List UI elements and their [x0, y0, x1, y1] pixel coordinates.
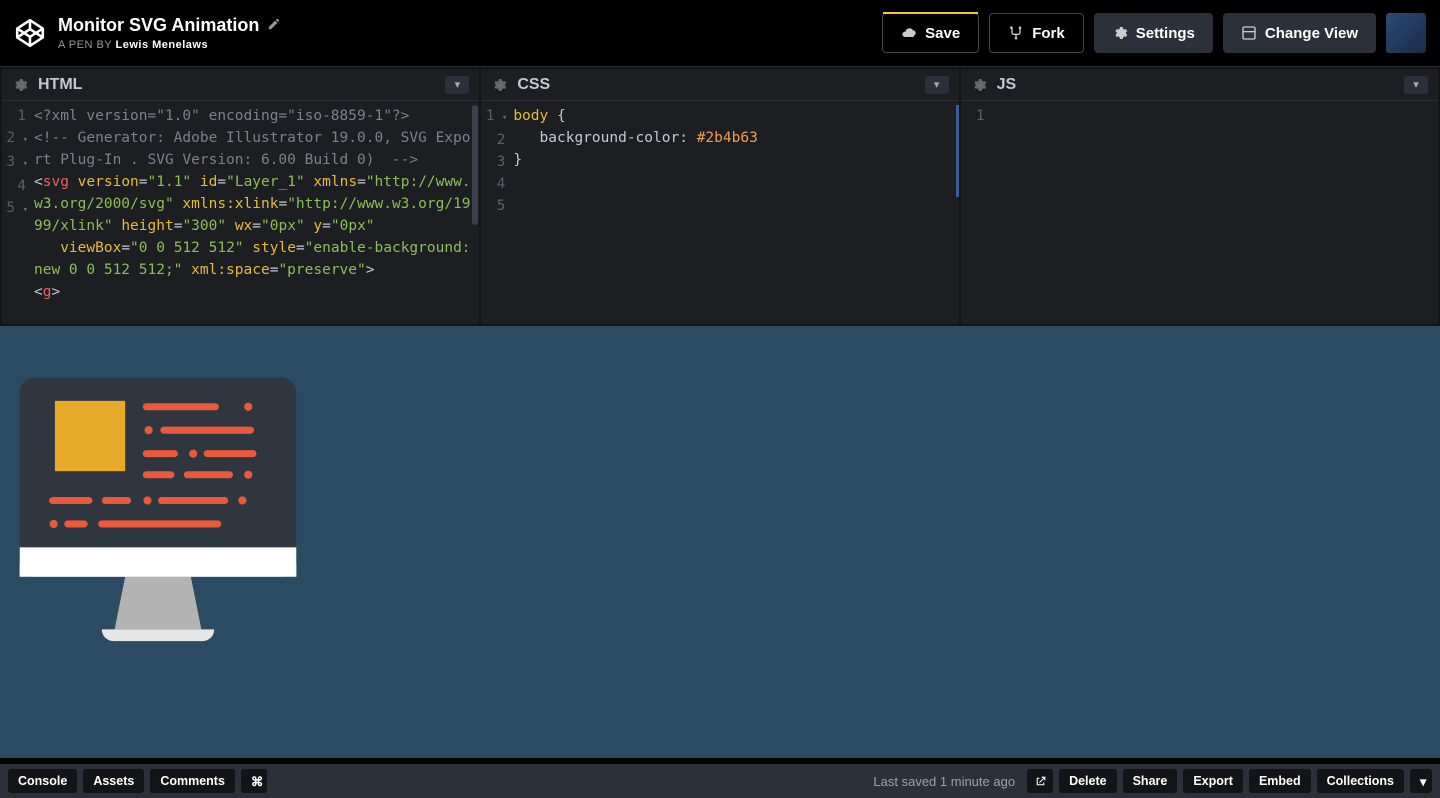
author-link[interactable]: Lewis Menelaws [116, 39, 209, 51]
js-editor[interactable]: 1 [961, 101, 1438, 324]
embed-button[interactable]: Embed [1249, 769, 1311, 793]
shortcuts-button[interactable]: ⌘ [241, 769, 267, 793]
monitor-svg-graphic [8, 354, 308, 654]
code[interactable]: <?xml version="1.0" encoding="iso-8859-1… [34, 101, 479, 324]
user-avatar[interactable] [1386, 13, 1426, 53]
html-editor[interactable]: 12 ▾3 ▾45 ▾ <?xml version="1.0" encoding… [2, 101, 479, 324]
panel-title: JS [997, 76, 1017, 94]
settings-button[interactable]: Settings [1094, 13, 1213, 53]
export-button[interactable]: Export [1183, 769, 1243, 793]
css-editor[interactable]: 1 ▾2345 body { background-color: #2b4b63… [481, 101, 958, 324]
gear-icon [1112, 25, 1128, 41]
gear-icon[interactable] [971, 77, 987, 93]
html-panel: HTML ▾ 12 ▾3 ▾45 ▾ <?xml version="1.0" e… [2, 69, 479, 324]
code[interactable] [993, 101, 1438, 324]
footer: Console Assets Comments ⌘ Last saved 1 m… [0, 764, 1440, 798]
edit-title-icon[interactable] [267, 17, 281, 34]
gutter: 12 ▾3 ▾45 ▾ [2, 101, 34, 324]
header: Monitor SVG Animation A PEN BY Lewis Men… [0, 0, 1440, 66]
save-button[interactable]: Save [882, 13, 979, 53]
open-new-window-icon[interactable] [1027, 769, 1053, 793]
chevron-down-icon[interactable]: ▾ [925, 76, 949, 94]
css-panel: CSS ▾ 1 ▾2345 body { background-color: #… [481, 69, 958, 324]
change-view-button[interactable]: Change View [1223, 13, 1376, 53]
more-caret-icon[interactable]: ▾ [1410, 769, 1432, 793]
byline: A PEN BY Lewis Menelaws [58, 39, 872, 51]
chevron-down-icon[interactable]: ▾ [445, 76, 469, 94]
panel-title: HTML [38, 76, 82, 94]
fork-icon [1008, 25, 1024, 41]
chevron-down-icon[interactable]: ▾ [1404, 76, 1428, 94]
collections-button[interactable]: Collections [1317, 769, 1404, 793]
gear-icon[interactable] [12, 77, 28, 93]
editors-row: HTML ▾ 12 ▾3 ▾45 ▾ <?xml version="1.0" e… [0, 66, 1440, 326]
save-status: Last saved 1 minute ago [873, 774, 1015, 789]
delete-button[interactable]: Delete [1059, 769, 1117, 793]
share-button[interactable]: Share [1123, 769, 1178, 793]
cloud-icon [901, 25, 917, 41]
fork-button[interactable]: Fork [989, 13, 1084, 53]
cursor-bar [956, 105, 959, 197]
assets-button[interactable]: Assets [83, 769, 144, 793]
pen-title[interactable]: Monitor SVG Animation [58, 15, 259, 36]
comments-button[interactable]: Comments [150, 769, 235, 793]
gutter: 1 ▾2345 [481, 101, 513, 324]
scrollbar[interactable] [472, 105, 478, 225]
js-panel: JS ▾ 1 [961, 69, 1438, 324]
console-button[interactable]: Console [8, 769, 77, 793]
gear-icon[interactable] [491, 77, 507, 93]
title-block: Monitor SVG Animation A PEN BY Lewis Men… [58, 15, 872, 51]
panel-title: CSS [517, 76, 550, 94]
gutter: 1 [961, 101, 993, 324]
layout-icon [1241, 25, 1257, 41]
preview-pane [0, 326, 1440, 758]
code[interactable]: body { background-color: #2b4b63} [513, 101, 958, 324]
codepen-logo-icon[interactable] [14, 17, 46, 49]
